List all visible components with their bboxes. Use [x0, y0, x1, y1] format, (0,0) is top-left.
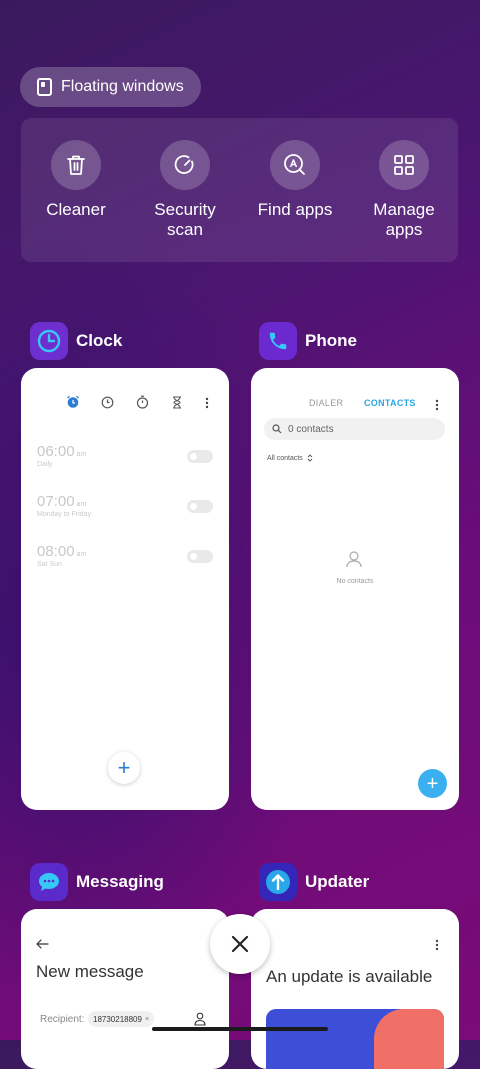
plus-icon: +: [117, 755, 131, 780]
alarm-time: 08:00: [37, 543, 75, 560]
search-icon: [272, 424, 282, 434]
add-contact-button[interactable]: +: [418, 769, 447, 798]
alarm-time: 07:00: [37, 493, 75, 510]
messaging-app-header[interactable]: Messaging: [30, 863, 164, 901]
cleaner-button[interactable]: Cleaner: [26, 140, 126, 220]
phone-app-name: Phone: [305, 331, 357, 350]
floating-windows-button[interactable]: Floating windows: [20, 67, 201, 107]
alarm-item[interactable]: 08:00 am Sat Sun: [37, 543, 86, 568]
trash-icon: [51, 140, 101, 190]
alarm-ampm: am: [76, 451, 87, 458]
recipient-label: Recipient:: [40, 1014, 85, 1025]
add-alarm-button[interactable]: +: [108, 752, 140, 784]
plus-icon: +: [426, 772, 439, 795]
phone-app-icon: [259, 322, 297, 360]
alarm-toggle[interactable]: [187, 550, 213, 563]
alarm-repeat: Sat Sun: [37, 561, 62, 568]
new-message-title: New message: [36, 962, 144, 981]
more-options-icon[interactable]: [435, 938, 439, 956]
alarm-time: 06:00: [37, 443, 75, 460]
clock-app-card[interactable]: 06:00 am Daily 07:00 am Monday to Friday 0…: [21, 368, 229, 810]
security-scan-label: Security scan: [154, 200, 216, 239]
alarm-toggle[interactable]: [187, 500, 213, 513]
phone-app-header[interactable]: Phone: [259, 322, 357, 360]
banner-shape: [374, 1009, 444, 1069]
filter-label: All contacts: [267, 454, 303, 462]
clock-app-name: Clock: [76, 331, 123, 350]
alarm-tab-icon[interactable]: [66, 395, 80, 414]
close-icon: [231, 935, 249, 953]
messaging-app-card[interactable]: New message Recipient: 18730218809 ×: [21, 909, 229, 1069]
contacts-filter-dropdown[interactable]: All contacts: [267, 454, 313, 462]
updater-app-card[interactable]: An update is available: [251, 909, 459, 1069]
messaging-app-icon: [30, 863, 68, 901]
alarm-item[interactable]: 07:00 am Monday to Friday: [37, 493, 91, 518]
update-title: An update is available: [266, 967, 433, 986]
tab-contacts[interactable]: CONTACTS: [364, 398, 416, 408]
alarm-repeat: Monday to Friday: [37, 511, 92, 518]
world-clock-tab-icon[interactable]: [101, 396, 114, 414]
quick-tools-panel: Cleaner Security scan Find apps Manage a…: [21, 118, 458, 262]
tab-dialer[interactable]: DIALER: [309, 398, 343, 408]
manage-apps-label: Manage apps: [373, 200, 435, 239]
update-banner: [266, 1009, 444, 1069]
updater-app-name: Updater: [305, 872, 370, 891]
find-apps-button[interactable]: Find apps: [245, 140, 345, 220]
timer-tab-icon[interactable]: [172, 396, 182, 414]
manage-apps-button[interactable]: Manage apps: [354, 140, 454, 240]
search-text: 0 contacts: [288, 423, 334, 435]
phone-app-card[interactable]: DIALER CONTACTS 0 contacts All contacts …: [251, 368, 459, 810]
contacts-search-input[interactable]: 0 contacts: [264, 418, 445, 440]
messaging-app-name: Messaging: [76, 872, 164, 891]
find-apps-label: Find apps: [257, 200, 333, 219]
home-indicator[interactable]: [152, 1027, 328, 1031]
floating-window-icon: [37, 78, 52, 96]
alarm-item[interactable]: 06:00 am Daily: [37, 443, 86, 468]
clock-app-icon: [30, 322, 68, 360]
find-apps-icon: [270, 140, 320, 190]
back-arrow-icon[interactable]: [36, 936, 49, 954]
alarm-toggle[interactable]: [187, 450, 213, 463]
recipient-number: 18730218809: [93, 1014, 142, 1024]
alarm-ampm: am: [76, 551, 87, 558]
updater-app-header[interactable]: Updater: [259, 863, 369, 901]
alarm-repeat: Daily: [37, 461, 53, 468]
empty-contacts-text: No contacts: [336, 578, 374, 585]
sort-arrows-icon: [307, 454, 313, 462]
more-options-icon[interactable]: [205, 396, 209, 414]
updater-app-icon: [259, 863, 297, 901]
cleaner-label: Cleaner: [46, 200, 106, 219]
stopwatch-tab-icon[interactable]: [136, 395, 149, 414]
recipient-chip[interactable]: 18730218809 ×: [88, 1011, 155, 1027]
person-icon: [345, 550, 363, 573]
clock-app-header[interactable]: Clock: [30, 322, 122, 360]
security-scan-icon: [160, 140, 210, 190]
manage-apps-icon: [379, 140, 429, 190]
close-all-button[interactable]: [210, 914, 270, 974]
floating-windows-label: Floating windows: [61, 78, 184, 95]
security-scan-button[interactable]: Security scan: [135, 140, 235, 240]
remove-chip-icon[interactable]: ×: [145, 1016, 149, 1023]
alarm-ampm: am: [76, 501, 87, 508]
more-options-icon[interactable]: [435, 398, 439, 416]
